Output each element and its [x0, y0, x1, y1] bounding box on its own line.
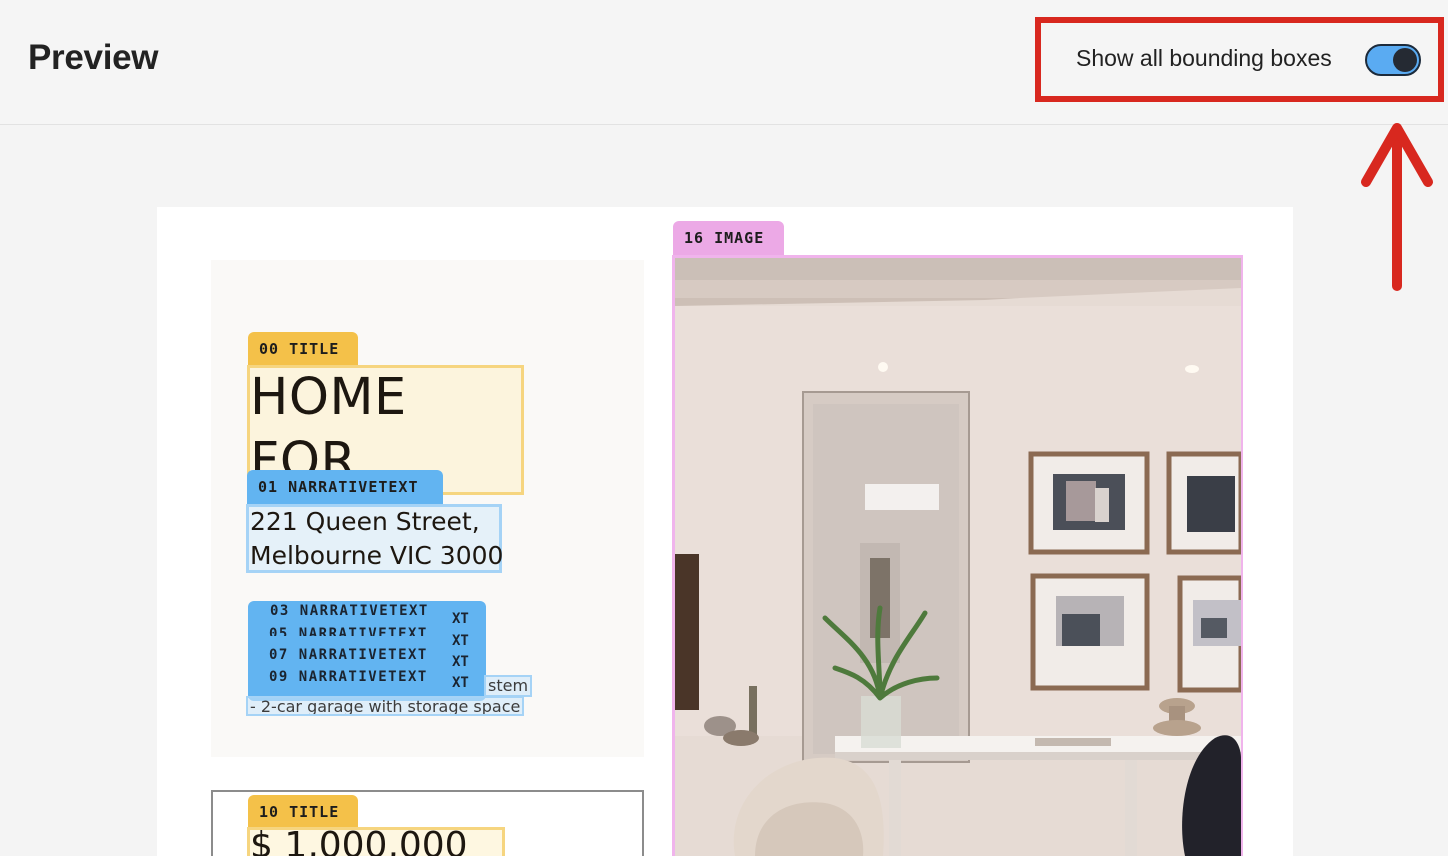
image-bbox-tag[interactable]: 16 IMAGE [673, 221, 784, 257]
address-bbox-tag[interactable]: 01 NARRATIVETEXT [247, 470, 443, 506]
toggle-knob [1393, 48, 1417, 72]
stacked-tag-03[interactable]: 03 NARRATIVETEXT [270, 603, 429, 619]
stacked-tag-suffix-2: XT [452, 633, 469, 645]
address-text: 221 Queen Street, Melbourne VIC 3000 [250, 505, 510, 573]
stacked-tag-09[interactable]: 09 NARRATIVETEXT [269, 669, 428, 685]
address-line-2: Melbourne VIC 3000 [250, 541, 504, 570]
stacked-tag-07[interactable]: 07 NARRATIVETEXT [269, 647, 428, 661]
preview-header: Preview Show all bounding boxes [0, 0, 1448, 125]
annotation-arrow-icon [1361, 123, 1433, 291]
price-text: $ 1,000,000 [250, 825, 468, 856]
stacked-tag-suffix-4: XT [452, 675, 469, 691]
feature-line-partial: stem [484, 675, 533, 697]
stacked-tag-suffix-1: XT [452, 611, 469, 627]
bounding-boxes-toggle[interactable] [1365, 44, 1421, 76]
feature-line-garage: - 2-car garage with storage space [246, 696, 525, 716]
interior-photo [675, 258, 1241, 856]
page-title: Preview [28, 38, 159, 77]
title-bbox-tag[interactable]: 00 TITLE [248, 332, 358, 366]
stacked-tag-05[interactable]: 05 NARRATIVETEXT [269, 626, 428, 636]
address-line-1: 221 Queen Street, [250, 507, 480, 536]
bounding-boxes-toggle-label: Show all bounding boxes [1076, 45, 1332, 71]
headline-text: HOME FOR FUTURE [250, 368, 407, 474]
stacked-tag-suffix-3: XT [452, 654, 469, 666]
